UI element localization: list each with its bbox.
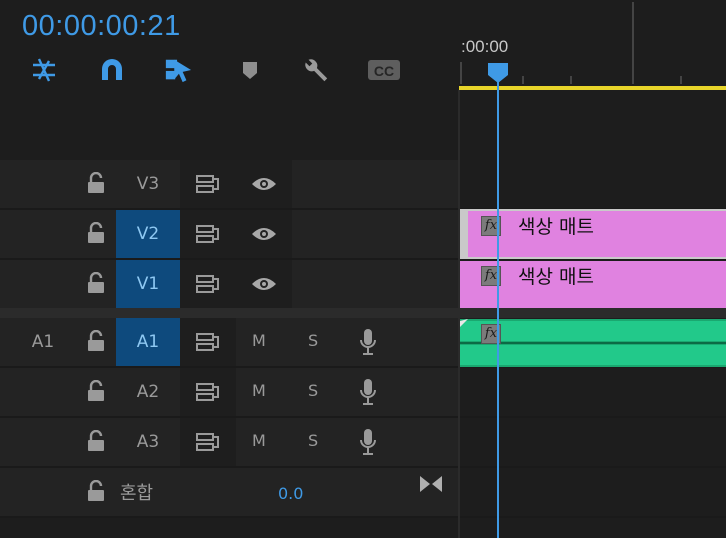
track-header-mix — [0, 468, 459, 516]
sync-lock-icon[interactable] — [180, 260, 236, 308]
track-target-v1[interactable]: V1 — [116, 260, 180, 308]
sync-lock-icon[interactable] — [180, 318, 236, 366]
playhead-timecode[interactable]: 00:00:00:21 — [22, 10, 181, 43]
lock-icon[interactable] — [86, 379, 106, 402]
sync-lock-icon[interactable] — [180, 368, 236, 416]
track-target-a3[interactable]: A3 — [116, 418, 180, 466]
microphone-icon[interactable] — [358, 378, 378, 410]
lock-icon[interactable] — [86, 429, 106, 452]
lock-icon[interactable] — [86, 171, 106, 194]
magnet-icon[interactable] — [98, 56, 126, 84]
lock-icon[interactable] — [86, 221, 106, 244]
solo-button[interactable]: S — [308, 381, 318, 400]
captions-icon[interactable]: CC — [366, 56, 402, 84]
video-audio-divider[interactable] — [0, 308, 726, 318]
playhead-handle[interactable] — [487, 62, 509, 88]
mix-track-label: 혼합 — [120, 483, 154, 504]
lock-icon[interactable] — [86, 479, 106, 502]
clip-label-v2: 색상 매트 — [518, 216, 594, 238]
source-patch-a1[interactable]: A1 — [12, 318, 74, 366]
track-header-spacer — [0, 90, 459, 158]
mute-button[interactable]: M — [252, 381, 266, 400]
eye-icon[interactable] — [236, 260, 292, 308]
lock-icon[interactable] — [86, 329, 106, 352]
sync-lock-icon[interactable] — [180, 210, 236, 258]
svg-text:CC: CC — [374, 63, 394, 79]
mute-button[interactable]: M — [252, 431, 266, 450]
source-patch-a2[interactable] — [12, 368, 74, 416]
linked-selection-icon[interactable] — [164, 56, 192, 84]
eye-icon[interactable] — [236, 160, 292, 208]
track-target-a1[interactable]: A1 — [116, 318, 180, 366]
microphone-icon[interactable] — [358, 328, 378, 360]
track-target-v3[interactable]: V3 — [116, 160, 180, 208]
snap-icon[interactable] — [30, 56, 58, 84]
ruler-time-label: :00:00 — [461, 37, 509, 56]
sync-lock-icon[interactable] — [180, 160, 236, 208]
track-target-a2[interactable]: A2 — [116, 368, 180, 416]
clip-label-v1: 색상 매트 — [518, 266, 594, 288]
mute-button[interactable]: M — [252, 331, 266, 350]
eye-icon[interactable] — [236, 210, 292, 258]
lock-icon[interactable] — [86, 271, 106, 294]
marker-icon[interactable] — [236, 56, 264, 84]
solo-button[interactable]: S — [308, 431, 318, 450]
solo-button[interactable]: S — [308, 331, 318, 350]
playhead-line[interactable] — [497, 78, 499, 538]
microphone-icon[interactable] — [358, 428, 378, 460]
mix-volume-value[interactable]: 0.0 — [278, 484, 303, 503]
track-target-v2[interactable]: V2 — [116, 210, 180, 258]
source-patch-a3[interactable] — [12, 418, 74, 466]
bowtie-icon[interactable] — [418, 474, 444, 498]
wrench-icon[interactable] — [302, 56, 330, 84]
sync-lock-icon[interactable] — [180, 418, 236, 466]
